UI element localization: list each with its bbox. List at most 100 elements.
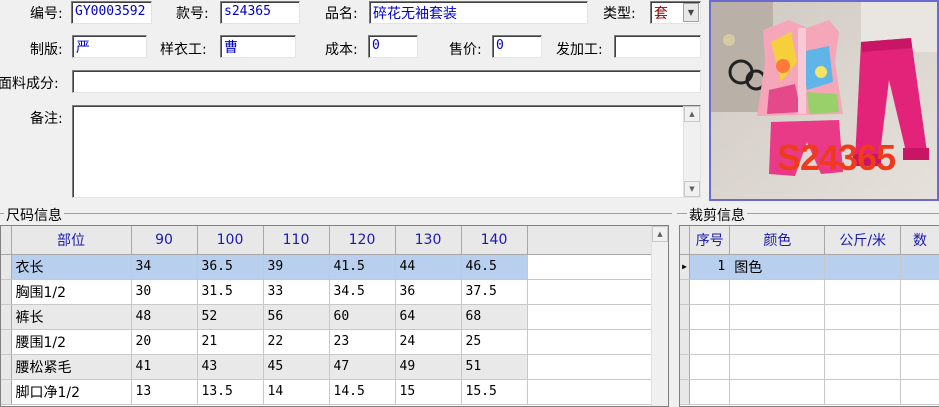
table-cell[interactable]: [900, 329, 939, 355]
scroll-up-icon[interactable]: ▲: [684, 106, 700, 122]
table-cell[interactable]: 64: [395, 304, 462, 330]
table-cell[interactable]: 24: [395, 329, 462, 355]
table-cell[interactable]: 51: [461, 354, 528, 380]
cut-col-header[interactable]: 颜色: [729, 226, 826, 255]
table-cell[interactable]: [824, 329, 901, 355]
table-cell[interactable]: 48: [131, 304, 198, 330]
table-row[interactable]: [680, 329, 939, 355]
code-field[interactable]: GY0003592: [71, 1, 152, 24]
table-cell[interactable]: [900, 379, 939, 405]
table-cell[interactable]: [729, 354, 826, 380]
table-cell[interactable]: 60: [329, 304, 396, 330]
table-row[interactable]: 衣长 34 36.5 39 41.5 44 46.5: [1, 254, 652, 280]
table-cell[interactable]: [689, 379, 731, 405]
table-cell[interactable]: 20: [131, 329, 198, 355]
remark-textarea[interactable]: ▲ ▼: [72, 105, 701, 198]
size-col-header[interactable]: 140: [461, 226, 528, 255]
table-cell[interactable]: 21: [197, 329, 264, 355]
table-cell[interactable]: 22: [263, 329, 330, 355]
type-select[interactable]: 套 ▼: [650, 1, 701, 24]
table-cell[interactable]: 47: [329, 354, 396, 380]
table-row[interactable]: [680, 279, 939, 305]
size-grid-scrollbar[interactable]: ▲: [651, 226, 668, 406]
table-row[interactable]: 腰围1/2 20 21 22 23 24 25: [1, 329, 652, 355]
table-cell[interactable]: [729, 279, 826, 305]
table-cell[interactable]: 52: [197, 304, 264, 330]
table-cell[interactable]: 13.5: [197, 379, 264, 405]
size-col-header[interactable]: 120: [329, 226, 396, 255]
table-row[interactable]: [680, 379, 939, 405]
scroll-up-icon[interactable]: ▲: [652, 226, 668, 242]
table-cell[interactable]: 41: [131, 354, 198, 380]
cost-field[interactable]: 0: [368, 35, 418, 58]
table-cell[interactable]: 37.5: [461, 279, 528, 305]
table-cell[interactable]: 脚口净1/2: [11, 379, 132, 405]
size-grid[interactable]: 部位 90 100 110 120 130 140 衣长 34 36.5 39 …: [0, 225, 669, 407]
table-row[interactable]: [680, 354, 939, 380]
table-cell[interactable]: 46.5: [461, 254, 528, 280]
table-cell[interactable]: 36: [395, 279, 462, 305]
price-field[interactable]: 0: [492, 35, 542, 58]
table-cell[interactable]: [729, 304, 826, 330]
table-cell[interactable]: 30: [131, 279, 198, 305]
table-cell[interactable]: 45: [263, 354, 330, 380]
table-cell[interactable]: 34: [131, 254, 198, 280]
pattern-field[interactable]: 严: [72, 35, 147, 58]
table-row[interactable]: 腰松紧毛 41 43 45 47 49 51: [1, 354, 652, 380]
table-row[interactable]: 胸围1/2 30 31.5 33 34.5 36 37.5: [1, 279, 652, 305]
table-cell[interactable]: 14: [263, 379, 330, 405]
table-cell[interactable]: [689, 354, 731, 380]
table-cell[interactable]: 43: [197, 354, 264, 380]
table-cell[interactable]: [689, 329, 731, 355]
table-cell[interactable]: [900, 354, 939, 380]
table-cell[interactable]: 15.5: [461, 379, 528, 405]
size-col-header[interactable]: 110: [263, 226, 330, 255]
table-cell[interactable]: [729, 329, 826, 355]
size-col-header[interactable]: 90: [131, 226, 198, 255]
cut-col-header[interactable]: 数: [900, 226, 939, 255]
table-cell[interactable]: [824, 279, 901, 305]
table-cell[interactable]: 腰围1/2: [11, 329, 132, 355]
size-col-header[interactable]: 100: [197, 226, 264, 255]
remark-scrollbar[interactable]: ▲ ▼: [683, 106, 700, 197]
table-row[interactable]: [680, 304, 939, 330]
table-cell[interactable]: 31.5: [197, 279, 264, 305]
table-cell[interactable]: 68: [461, 304, 528, 330]
name-field[interactable]: 碎花无袖套装: [369, 1, 588, 24]
table-cell[interactable]: 49: [395, 354, 462, 380]
table-cell[interactable]: 23: [329, 329, 396, 355]
table-cell[interactable]: [900, 279, 939, 305]
table-cell[interactable]: 胸围1/2: [11, 279, 132, 305]
table-cell[interactable]: 13: [131, 379, 198, 405]
table-cell[interactable]: 39: [263, 254, 330, 280]
size-col-header[interactable]: 130: [395, 226, 462, 255]
sample-field[interactable]: 曹: [220, 35, 296, 58]
table-cell[interactable]: 14.5: [329, 379, 396, 405]
cut-grid[interactable]: 序号 颜色 公斤/米 数 ▶ 1 图色: [679, 225, 939, 407]
outsource-field[interactable]: [614, 35, 701, 58]
cut-col-header[interactable]: 序号: [689, 226, 731, 255]
table-row[interactable]: 裤长 48 52 56 60 64 68: [1, 304, 652, 330]
table-cell[interactable]: 44: [395, 254, 462, 280]
table-cell[interactable]: [689, 279, 731, 305]
table-cell[interactable]: 36.5: [197, 254, 264, 280]
table-cell[interactable]: 裤长: [11, 304, 132, 330]
table-cell[interactable]: 衣长: [11, 254, 132, 280]
table-cell[interactable]: 25: [461, 329, 528, 355]
table-cell[interactable]: 34.5: [329, 279, 396, 305]
scroll-down-icon[interactable]: ▼: [684, 181, 700, 197]
table-row[interactable]: ▶ 1 图色: [680, 254, 939, 280]
chevron-down-icon[interactable]: ▼: [683, 3, 699, 22]
table-cell[interactable]: 56: [263, 304, 330, 330]
table-cell[interactable]: [900, 304, 939, 330]
table-cell[interactable]: 1: [689, 254, 731, 280]
fabric-field[interactable]: [72, 70, 701, 93]
size-col-header[interactable]: 部位: [11, 226, 132, 255]
table-cell[interactable]: 33: [263, 279, 330, 305]
style-field[interactable]: s24365: [220, 1, 300, 24]
table-cell[interactable]: [689, 304, 731, 330]
table-cell[interactable]: [729, 379, 826, 405]
table-cell[interactable]: [900, 254, 939, 280]
table-cell[interactable]: [824, 379, 901, 405]
table-cell[interactable]: [824, 304, 901, 330]
